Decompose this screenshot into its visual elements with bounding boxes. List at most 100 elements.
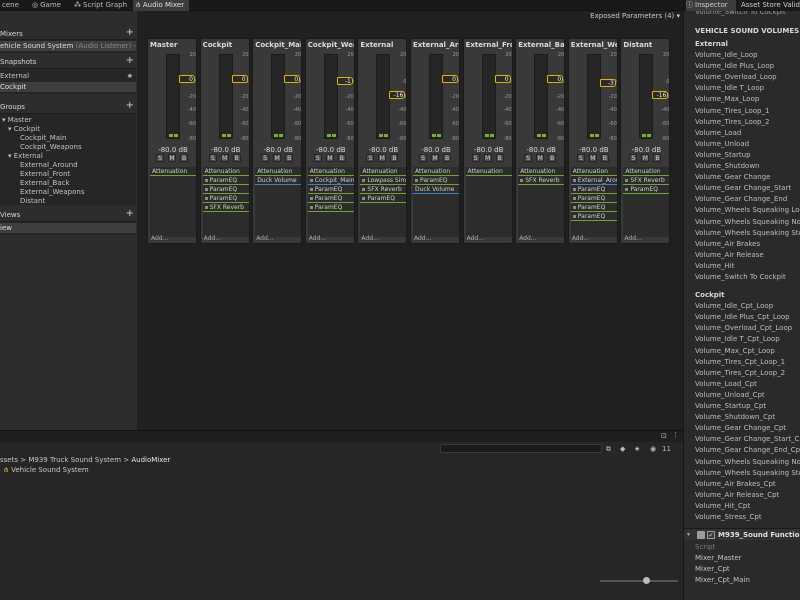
effect-slot[interactable]: ParamEQ: [202, 176, 249, 185]
volume-parameter-item[interactable]: Volume_Wheels Squeaking Noise: [695, 458, 800, 466]
volume-parameter-item[interactable]: Volume_Idle_Cpt_Loop: [695, 302, 773, 310]
volume-fader-handle[interactable]: -16: [389, 91, 406, 99]
volume-parameter-item[interactable]: Volume_Gear Change_Start_Cpt: [695, 435, 800, 443]
search-by-label-icon[interactable]: ◆: [620, 445, 625, 453]
volume-parameter-item[interactable]: Volume_Air Brakes: [695, 240, 760, 248]
bypass-button[interactable]: B: [232, 154, 241, 162]
add-effect-button[interactable]: Add...: [467, 235, 484, 242]
volume-parameter-item[interactable]: Volume_Idle T_Cpt_Loop: [695, 335, 780, 343]
save-search-icon[interactable]: ★: [634, 445, 640, 453]
volume-parameter-item[interactable]: Volume_Startup_Cpt: [695, 402, 766, 410]
effect-slot[interactable]: ParamEQ: [623, 185, 670, 194]
effect-slot[interactable]: Attenuation: [623, 167, 670, 176]
volume-fader-handle[interactable]: 0: [284, 75, 301, 84]
volume-fader-handle[interactable]: 0: [547, 75, 564, 84]
icon-size-slider-knob[interactable]: [643, 577, 650, 584]
mute-button[interactable]: M: [483, 154, 492, 162]
lock-icon[interactable]: ⊡: [661, 432, 667, 440]
hidden-packages-icon[interactable]: ◉: [650, 445, 656, 453]
effect-slot[interactable]: External_Arou: [570, 176, 617, 185]
mixer-strip[interactable]: External_Wea200-20-40-60-80-3-80.0 dBSMB…: [567, 38, 618, 244]
volume-parameter-item[interactable]: Volume_Shutdown: [695, 162, 759, 170]
volume-parameter-item[interactable]: Volume_Air Release_Cpt: [695, 491, 779, 499]
volume-parameter-item[interactable]: Volume_Idle Plus_Loop: [695, 62, 774, 70]
effect-slot[interactable]: ParamEQ: [307, 185, 354, 194]
volume-parameter-item[interactable]: Volume_Hit: [695, 262, 735, 270]
menu-icon[interactable]: ⋮: [672, 431, 679, 439]
effect-slot[interactable]: Attenuation: [255, 167, 302, 176]
solo-button[interactable]: S: [156, 154, 164, 162]
effect-slot[interactable]: ParamEQ: [307, 194, 354, 203]
volume-parameter-item[interactable]: Volume_Overload_Loop: [695, 73, 777, 81]
effect-slot[interactable]: Duck Volume: [413, 185, 459, 194]
mute-button[interactable]: M: [641, 154, 650, 162]
volume-fader-handle[interactable]: -3: [599, 79, 616, 88]
effect-slot[interactable]: SFX Reverb: [202, 203, 249, 212]
volume-fader-handle[interactable]: 0: [442, 75, 458, 84]
volume-parameter-item[interactable]: Volume_Startup: [695, 151, 751, 159]
effect-slot[interactable]: SFX Reverb: [518, 176, 565, 185]
effect-slot[interactable]: SFX Reverb: [360, 185, 407, 194]
mixer-item[interactable]: ehicle Sound System (Audio Listener) - B: [0, 41, 136, 51]
mute-button[interactable]: M: [168, 154, 176, 162]
solo-button[interactable]: S: [629, 154, 638, 162]
asset-item-vehicle-sound-system[interactable]: ⋔ Vehicle Sound System: [3, 466, 89, 474]
add-effect-button[interactable]: Add...: [204, 235, 221, 242]
add-effect-button[interactable]: Add...: [414, 235, 431, 242]
volume-parameter-item[interactable]: Volume_Gear Change_Cpt: [695, 424, 786, 432]
effect-slot[interactable]: ParamEQ: [413, 176, 459, 185]
volume-parameter-item[interactable]: Volume_Gear Change_Start: [695, 184, 791, 192]
mute-button[interactable]: M: [378, 154, 387, 162]
snapshot-item[interactable]: Cockpit: [0, 82, 136, 92]
breadcrumb-item[interactable]: AudioMixer: [131, 456, 170, 464]
volume-parameter-item[interactable]: Volume_Shutdown_Cpt: [695, 413, 775, 421]
solo-button[interactable]: S: [471, 154, 480, 162]
bypass-button[interactable]: B: [548, 154, 557, 162]
volume-fader-handle[interactable]: -16: [652, 91, 669, 99]
mixer-strip[interactable]: Cockpit_Main200-20-40-60-800-80.0 dBSMBA…: [252, 38, 303, 244]
icon-size-slider[interactable]: [600, 580, 678, 582]
effect-slot[interactable]: Attenuation: [570, 167, 617, 176]
bypass-button[interactable]: B: [495, 154, 504, 162]
tab-game[interactable]: ◎ Game: [30, 0, 66, 11]
volume-parameter-item[interactable]: Volume_Wheels Squeaking Stop: [695, 229, 800, 237]
chevron-down-icon[interactable]: ▾: [687, 529, 690, 541]
effect-slot[interactable]: Attenuation: [518, 167, 565, 176]
volume-parameter-item[interactable]: Volume_Overload_Cpt_Loop: [695, 324, 792, 332]
project-search-input[interactable]: [440, 444, 602, 453]
volume-parameter-item[interactable]: Volume_Unload: [695, 140, 749, 148]
volume-parameter-item[interactable]: Volume_Air Brakes_Cpt: [695, 480, 776, 488]
solo-button[interactable]: S: [366, 154, 375, 162]
effect-slot[interactable]: Lowpass Sim: [360, 176, 407, 185]
add-effect-button[interactable]: Add...: [309, 235, 326, 242]
mute-button[interactable]: M: [220, 154, 229, 162]
effect-slot[interactable]: ParamEQ: [570, 194, 617, 203]
solo-button[interactable]: S: [261, 154, 270, 162]
effect-slot[interactable]: ParamEQ: [570, 185, 617, 194]
mixer-strip[interactable]: Master 20 0 -20 -40 -60 -80 0 -80.0 dB S M B Attenua…: [147, 38, 197, 244]
add-effect-button[interactable]: Add...: [256, 235, 273, 242]
group-tree-item[interactable]: Distant: [0, 196, 136, 206]
effect-slot[interactable]: ParamEQ: [570, 203, 617, 212]
volume-parameter-item[interactable]: Volume_Max_Cpt_Loop: [695, 347, 775, 355]
volume-parameter-item[interactable]: Volume_Stress_Cpt: [695, 513, 762, 521]
volume-fader-handle[interactable]: 0: [179, 75, 195, 84]
bypass-button[interactable]: B: [337, 154, 346, 162]
solo-button[interactable]: S: [419, 154, 427, 162]
mute-button[interactable]: M: [431, 154, 439, 162]
volume-parameter-item[interactable]: Volume_Load: [695, 129, 741, 137]
tab-audio-mixer[interactable]: ⋔ Audio Mixer: [133, 0, 189, 11]
star-icon[interactable]: ★: [127, 71, 133, 81]
mixer-strip[interactable]: External_Arou 20 0 -20 -40 -60 -800 -80.0 dBSMB…: [410, 38, 460, 244]
volume-parameter-item[interactable]: Volume_Tires_Loop_2: [695, 118, 769, 126]
mute-button[interactable]: M: [588, 154, 597, 162]
add-effect-button[interactable]: Add...: [572, 235, 589, 242]
effect-slot[interactable]: Attenuation: [360, 167, 407, 176]
add-effect-button[interactable]: Add...: [624, 235, 641, 242]
add-view-button[interactable]: +: [126, 208, 134, 220]
volume-parameter-item[interactable]: Volume_Gear Change_End: [695, 195, 787, 203]
volume-parameter-item[interactable]: Volume_Load_Cpt: [695, 380, 757, 388]
tab-script-graph[interactable]: ⁂ Script Graph: [72, 0, 128, 11]
volume-parameter-item[interactable]: Volume_Idle_Loop: [695, 51, 758, 59]
volume-parameter-item[interactable]: Volume_Wheels Squeaking Stop_: [695, 469, 800, 477]
